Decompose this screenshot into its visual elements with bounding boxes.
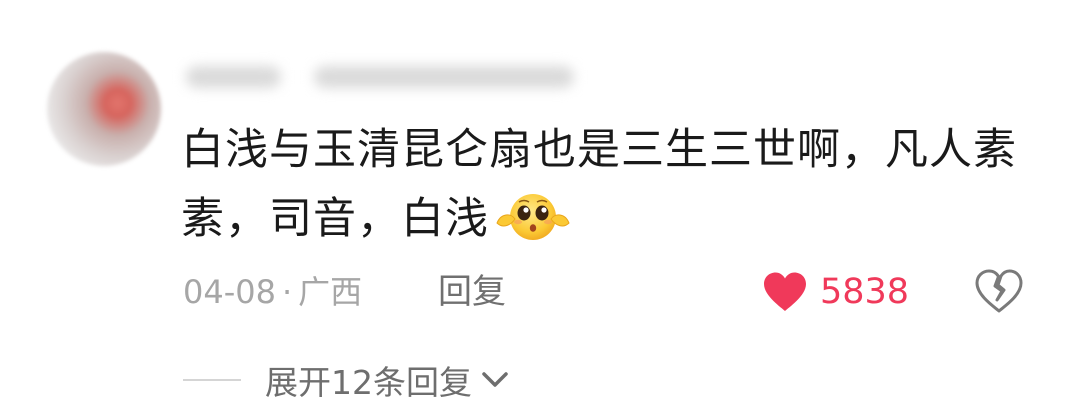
avatar[interactable] — [47, 52, 161, 166]
comment-item: 白浅与玉清昆仑扇也是三生三世啊，凡人素素，司音，白浅 04-08 · 广西 回复… — [0, 0, 1080, 410]
like-button[interactable]: 5838 — [762, 266, 909, 318]
comment-meta: 04-08 · 广西 — [183, 266, 362, 318]
expand-replies-button[interactable]: 展开12条回复 — [265, 356, 510, 404]
chevron-down-icon — [482, 372, 508, 387]
divider — [183, 379, 241, 381]
expand-replies-label: 展开12条回复 — [265, 363, 472, 402]
comment-body: 白浅与玉清昆仑扇也是三生三世啊，凡人素素，司音，白浅 — [181, 125, 1017, 244]
username-blurred[interactable] — [186, 60, 586, 94]
broken-heart-icon — [975, 269, 1023, 313]
hug-emoji-icon — [496, 194, 570, 240]
comment-date: 04-08 — [183, 273, 276, 311]
expand-replies-row: 展开12条回复 — [183, 356, 510, 404]
heart-icon — [764, 272, 806, 311]
dislike-button[interactable] — [974, 268, 1024, 314]
like-count: 5838 — [820, 272, 910, 312]
comment-location: 广西 — [298, 273, 363, 311]
meta-separator: · — [281, 273, 293, 311]
reply-button[interactable]: 回复 — [438, 266, 506, 318]
comment-text: 白浅与玉清昆仑扇也是三生三世啊，凡人素素，司音，白浅 — [181, 116, 1021, 254]
